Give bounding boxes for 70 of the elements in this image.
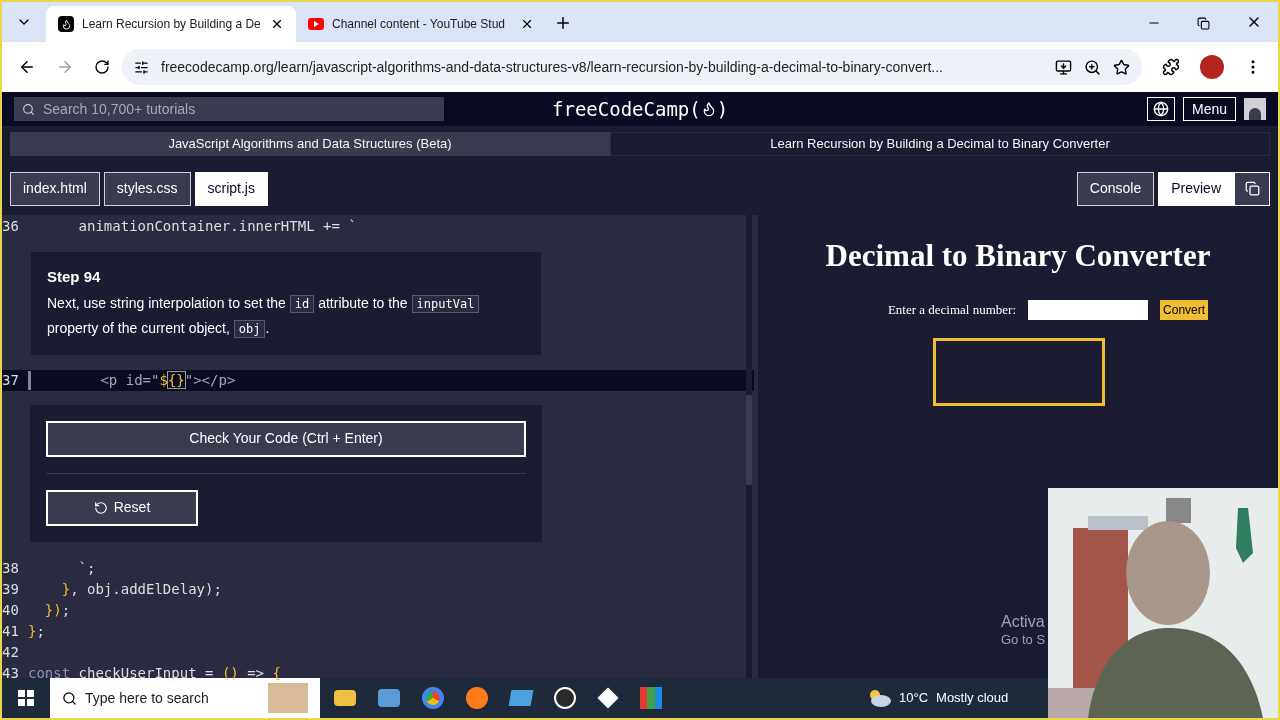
profile-avatar[interactable] <box>1200 55 1224 79</box>
new-tab-icon[interactable] <box>554 14 572 32</box>
menu-button[interactable]: Menu <box>1182 97 1236 121</box>
close-icon[interactable] <box>520 17 534 31</box>
line-number: 43 <box>2 663 20 683</box>
line-number: 37 <box>2 370 20 390</box>
search-field[interactable]: Search 10,700+ tutorials <box>14 97 444 121</box>
number-input[interactable] <box>1028 299 1149 320</box>
browser-tab[interactable]: Learn Recursion by Building a De <box>46 6 296 42</box>
browser-icon[interactable] <box>422 687 444 709</box>
line-number: 40 <box>2 600 20 620</box>
view-tab[interactable]: Preview <box>1158 171 1234 206</box>
zoom-icon[interactable] <box>1084 58 1101 76</box>
check-code-button[interactable]: Check Your Code (Ctrl + Enter) <box>46 420 526 457</box>
site-info-icon[interactable] <box>134 59 149 75</box>
pop-out-button[interactable] <box>1234 171 1270 206</box>
windows-icon <box>1244 181 1260 196</box>
reset-button[interactable]: Reset <box>46 489 198 526</box>
step-title: Step 94 <box>47 267 102 287</box>
temperature: 10°C <box>899 689 929 708</box>
code-line: `; <box>77 558 96 578</box>
step-description: Next, use string interpolation to set the id attribute to the inputVal property of the current object, obj . <box>47 290 525 341</box>
user-avatar[interactable] <box>1244 98 1266 120</box>
search-icon <box>62 690 77 706</box>
code-line: animationContainer.innerHTML += ` <box>77 217 357 236</box>
breadcrumb-link[interactable]: Learn Recursion by Building a Decimal to Binary Converter <box>610 132 1270 156</box>
view-tab[interactable]: Console <box>1076 171 1155 206</box>
extensions-icon[interactable] <box>1162 58 1180 76</box>
line-number: 42 <box>2 642 20 662</box>
weather-text: Mostly cloud <box>936 689 1009 708</box>
input-label: Enter a decimal number: <box>887 300 1017 319</box>
folder-icon[interactable] <box>334 690 356 706</box>
forward-icon[interactable] <box>56 58 74 76</box>
breadcrumb-link[interactable]: JavaScript Algorithms and Data Structures (Beta) <box>10 132 610 156</box>
browser-tab[interactable]: Channel content - YouTube Stud <box>296 6 546 42</box>
file-tab[interactable]: index.html <box>10 171 100 206</box>
language-button[interactable] <box>1146 97 1175 121</box>
code-line: <p id="${}"></p> <box>99 370 236 390</box>
close-icon[interactable] <box>270 17 284 31</box>
play-icon <box>308 18 324 30</box>
code-line: }); <box>43 600 71 620</box>
preview-title: Decimal to Binary Converter <box>825 237 1211 275</box>
url-text: freecodecamp.org/learn/javascript-algorithms-and-data-structures-v8/learn-recursion-by-building-a-decimal-to-binary-convert... <box>161 57 944 77</box>
cloud-icon <box>867 689 891 707</box>
site-icon <box>58 16 74 32</box>
site-logo[interactable]: freeCodeCamp( ) <box>552 94 729 124</box>
record-icon[interactable] <box>554 687 576 709</box>
restore-icon[interactable] <box>1197 17 1210 30</box>
reload-icon[interactable] <box>94 59 110 75</box>
bookmark-icon[interactable] <box>1113 58 1130 76</box>
address-bar[interactable]: freecodecamp.org/learn/javascript-algorithms-and-data-structures-v8/learn-recursion-by-building-a-decimal-to-binary-convert... <box>122 49 1142 85</box>
code-line: }, obj.addElDelay); <box>60 579 222 599</box>
reset-icon <box>93 500 108 515</box>
convert-button[interactable]: Convert <box>1160 299 1209 320</box>
file-tab[interactable]: script.js <box>194 171 268 206</box>
tab-title: Learn Recursion by Building a De <box>82 16 262 33</box>
file-tab[interactable]: styles.css <box>103 171 191 206</box>
search-placeholder: Search 10,700+ tutorials <box>43 99 196 119</box>
line-number: 38 <box>2 558 20 578</box>
line-number: 39 <box>2 579 20 599</box>
search-placeholder: Type here to search <box>85 688 210 708</box>
back-icon[interactable] <box>18 58 36 76</box>
code-line: }; <box>28 621 45 641</box>
tab-title: Channel content - YouTube Stud <box>332 16 507 33</box>
line-number: 36 <box>2 217 20 236</box>
install-icon[interactable] <box>1055 58 1072 76</box>
search-icon <box>22 102 35 116</box>
activation-notice: Activa <box>1001 611 1046 632</box>
line-number: 41 <box>2 621 20 641</box>
windows-icon[interactable] <box>18 690 34 706</box>
